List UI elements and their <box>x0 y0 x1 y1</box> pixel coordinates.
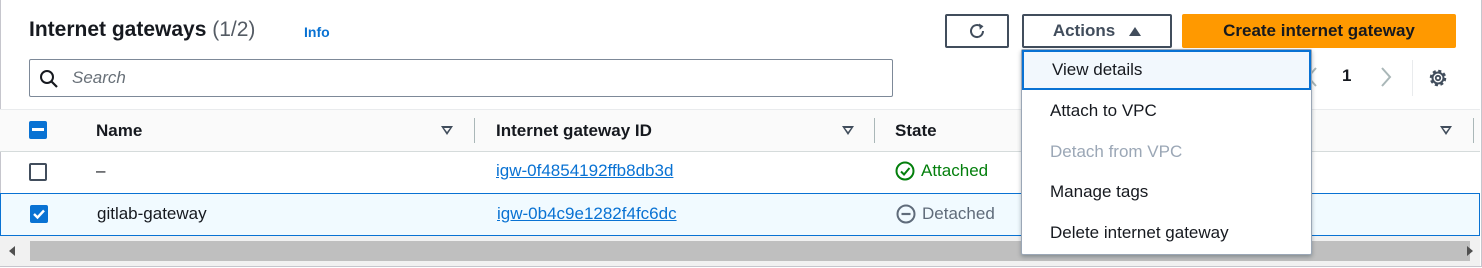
column-header-name[interactable]: Name <box>96 121 142 141</box>
actions-button[interactable]: Actions <box>1022 14 1172 48</box>
status-badge: Attached <box>895 161 988 181</box>
column-divider[interactable] <box>874 118 875 143</box>
cell-name: – <box>96 161 106 180</box>
gateway-id-link[interactable]: igw-0b4c9e1282f4fc6dc <box>497 204 677 224</box>
column-divider[interactable] <box>474 118 475 143</box>
create-label: Create internet gateway <box>1223 21 1415 40</box>
settings-gear-icon[interactable] <box>1426 66 1450 90</box>
refresh-button[interactable] <box>945 14 1009 48</box>
scroll-right-icon[interactable] <box>1467 246 1473 256</box>
create-internet-gateway-button[interactable]: Create internet gateway <box>1182 14 1456 48</box>
menu-item-manage-tags[interactable]: Manage tags <box>1022 172 1311 212</box>
state-text: Attached <box>921 161 989 180</box>
gateway-id-link[interactable]: igw-0f4854192ffb8db3d <box>496 161 673 181</box>
info-link[interactable]: Info <box>304 24 330 40</box>
status-badge: Detached <box>896 204 995 224</box>
selection-count: (1/2) <box>212 18 256 41</box>
menu-item-view-details[interactable]: View details <box>1022 50 1311 90</box>
search-input[interactable]: Search <box>29 59 893 97</box>
row-checkbox[interactable] <box>30 205 48 223</box>
actions-label: Actions <box>1052 21 1116 40</box>
scroll-left-icon[interactable] <box>9 246 15 256</box>
sort-icon[interactable] <box>842 126 854 135</box>
column-divider[interactable] <box>1473 118 1474 143</box>
select-all-checkbox[interactable] <box>29 121 47 139</box>
refresh-icon <box>970 23 985 39</box>
page-number[interactable]: 1 <box>1342 66 1351 86</box>
minus-circle-icon <box>896 204 916 224</box>
chevron-right-icon[interactable] <box>1378 64 1394 90</box>
menu-item-attach-to-vpc[interactable]: Attach to VPC <box>1022 91 1311 131</box>
row-checkbox[interactable] <box>29 163 47 181</box>
menu-item-detach-from-vpc: Detach from VPC <box>1050 142 1183 161</box>
column-header-gateway-id[interactable]: Internet gateway ID <box>496 121 652 141</box>
state-text: Detached <box>922 204 995 223</box>
search-placeholder: Search <box>72 68 126 87</box>
search-icon <box>40 70 58 88</box>
column-header-state[interactable]: State <box>895 121 937 141</box>
cell-name: gitlab-gateway <box>97 204 207 223</box>
pagination-divider <box>1412 60 1413 96</box>
title-text: Internet gateways <box>29 18 207 41</box>
checkmark-icon <box>33 209 45 220</box>
actions-dropdown-menu: View details Attach to VPC Detach from V… <box>1021 49 1312 255</box>
sort-icon[interactable] <box>1440 126 1452 135</box>
sort-icon[interactable] <box>441 126 453 135</box>
menu-item-delete-internet-gateway[interactable]: Delete internet gateway <box>1022 213 1311 253</box>
check-circle-icon <box>895 161 915 181</box>
caret-up-icon <box>1129 26 1142 36</box>
page-title: Internet gateways (1/2) <box>29 18 255 42</box>
